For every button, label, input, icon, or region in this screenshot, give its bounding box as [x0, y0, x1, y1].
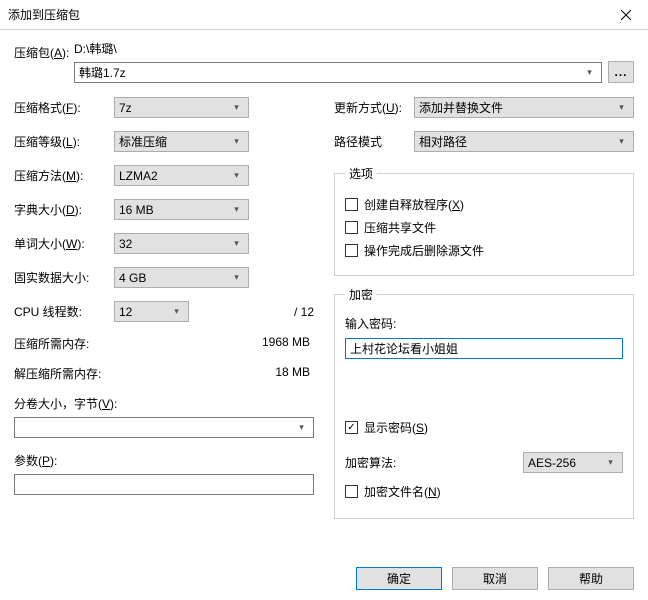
chevron-down-icon: ▾: [229, 272, 244, 283]
chevron-down-icon: ▾: [229, 238, 244, 249]
browse-button[interactable]: ...: [608, 61, 634, 83]
chevron-down-icon: ▾: [229, 136, 244, 147]
algo-label: 加密算法:: [345, 454, 396, 471]
password-input[interactable]: 上村花论坛看小姐姐: [345, 338, 623, 359]
ok-button[interactable]: 确定: [356, 567, 442, 590]
footer: 确定 取消 帮助: [0, 556, 648, 600]
solid-combo[interactable]: 4 GB▾: [114, 267, 249, 288]
cancel-button[interactable]: 取消: [452, 567, 538, 590]
mem-decompress-label: 解压缩所需内存:: [14, 365, 101, 382]
archive-name-combo[interactable]: 韩璐1.7z ▾: [74, 62, 602, 83]
archive-label: 压缩包(A):: [14, 40, 74, 61]
sfx-checkbox[interactable]: [345, 198, 358, 211]
algo-combo[interactable]: AES-256▾: [523, 452, 623, 473]
update-combo[interactable]: 添加并替换文件▾: [414, 97, 634, 118]
level-label: 压缩等级(L):: [14, 133, 114, 150]
mem-decompress-value: 18 MB: [275, 365, 310, 382]
update-label: 更新方式(U):: [334, 99, 414, 116]
params-input[interactable]: [14, 474, 314, 495]
dict-label: 字典大小(D):: [14, 201, 114, 218]
format-combo[interactable]: 7z▾: [114, 97, 249, 118]
help-button[interactable]: 帮助: [548, 567, 634, 590]
word-combo[interactable]: 32▾: [114, 233, 249, 254]
chevron-down-icon: ▾: [294, 422, 309, 433]
solid-label: 固实数据大小:: [14, 269, 114, 286]
level-combo[interactable]: 标准压缩▾: [114, 131, 249, 152]
chevron-down-icon: ▾: [229, 170, 244, 181]
encrypt-legend: 加密: [345, 286, 377, 303]
pathmode-label: 路径模式: [334, 133, 414, 150]
archive-path: D:\韩璐\: [74, 40, 634, 57]
threads-combo[interactable]: 12▾: [114, 301, 189, 322]
window-title: 添加到压缩包: [8, 6, 80, 23]
mem-compress-label: 压缩所需内存:: [14, 335, 89, 352]
chevron-down-icon: ▾: [582, 67, 597, 78]
delete-src-checkbox[interactable]: [345, 244, 358, 257]
method-label: 压缩方法(M):: [14, 167, 114, 184]
options-legend: 选项: [345, 165, 377, 182]
sfx-label: 创建自释放程序(X): [364, 196, 464, 213]
chevron-down-icon: ▾: [169, 306, 184, 317]
shared-label: 压缩共享文件: [364, 219, 436, 236]
chevron-down-icon: ▾: [229, 204, 244, 215]
chevron-down-icon: ▾: [614, 136, 629, 147]
options-group: 选项 创建自释放程序(X) 压缩共享文件 操作完成后删除源文件: [334, 165, 634, 276]
show-password-checkbox[interactable]: ✓: [345, 421, 358, 434]
chevron-down-icon: ▾: [603, 457, 618, 468]
shared-checkbox[interactable]: [345, 221, 358, 234]
password-label: 输入密码:: [345, 315, 623, 332]
format-label: 压缩格式(F):: [14, 99, 114, 116]
titlebar: 添加到压缩包: [0, 0, 648, 30]
method-combo[interactable]: LZMA2▾: [114, 165, 249, 186]
chevron-down-icon: ▾: [229, 102, 244, 113]
encrypt-names-label: 加密文件名(N): [364, 483, 441, 500]
mem-compress-value: 1968 MB: [262, 335, 310, 352]
threads-max: / 12: [294, 305, 314, 319]
encrypt-names-checkbox[interactable]: [345, 485, 358, 498]
encrypt-group: 加密 输入密码: 上村花论坛看小姐姐 ✓ 显示密码(S) 加密算法: AES-25…: [334, 286, 634, 519]
chevron-down-icon: ▾: [614, 102, 629, 113]
delete-src-label: 操作完成后删除源文件: [364, 242, 484, 259]
word-label: 单词大小(W):: [14, 235, 114, 252]
dict-combo[interactable]: 16 MB▾: [114, 199, 249, 220]
split-label: 分卷大小，字节(V):: [14, 395, 314, 412]
pathmode-combo[interactable]: 相对路径▾: [414, 131, 634, 152]
close-button[interactable]: [603, 0, 648, 30]
show-password-label: 显示密码(S): [364, 419, 428, 436]
split-combo[interactable]: ▾: [14, 417, 314, 438]
threads-label: CPU 线程数:: [14, 303, 114, 320]
params-label: 参数(P):: [14, 452, 314, 469]
